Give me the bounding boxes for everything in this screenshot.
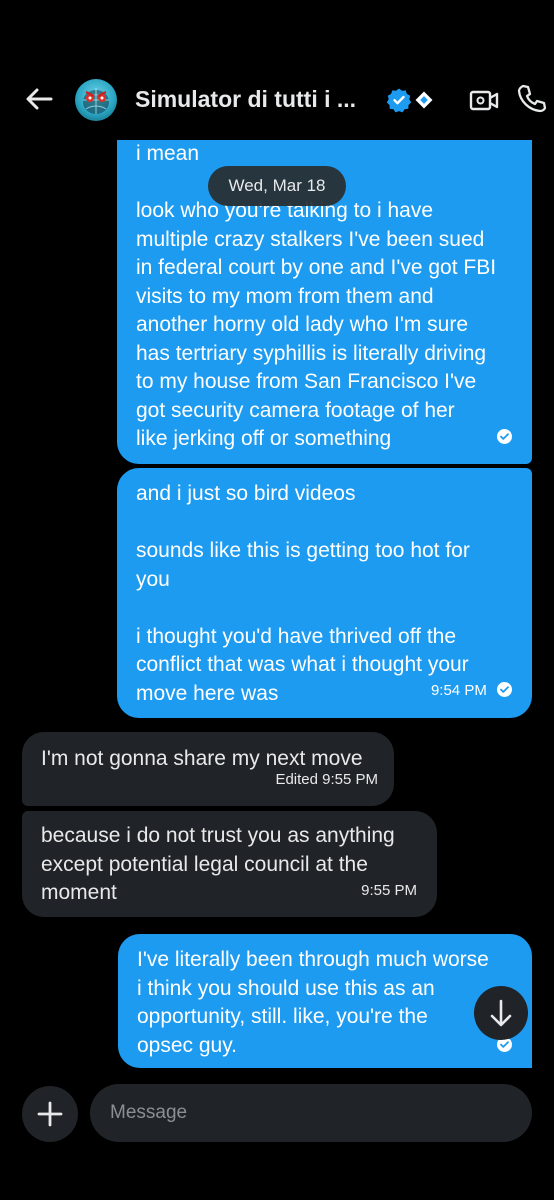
message-meta: 9:54 PM	[431, 677, 512, 706]
date-divider: Wed, Mar 18	[208, 166, 346, 206]
verified-badge-icon	[386, 87, 412, 113]
back-arrow-icon[interactable]	[22, 82, 56, 116]
message-composer	[0, 1068, 554, 1200]
conversation-title[interactable]: Simulator di tutti i ...	[135, 86, 356, 113]
message-text: and i just so bird videos sounds like th…	[136, 482, 470, 705]
message-input[interactable]	[90, 1084, 532, 1142]
arrow-down-icon	[490, 999, 512, 1027]
plus-icon	[37, 1101, 63, 1127]
conversation-header: Simulator di tutti i ...	[0, 0, 554, 140]
message-text: I've literally been through much worse i…	[137, 948, 489, 1057]
message-bubble-outgoing[interactable]: I've literally been through much worse i…	[118, 934, 532, 1068]
message-bubble-outgoing[interactable]: and i just so bird videos sounds like th…	[117, 468, 532, 718]
message-status	[491, 424, 512, 453]
affiliate-badge-icon	[414, 90, 434, 110]
message-bubble-incoming[interactable]: I'm not gonna share my next move Edited …	[22, 732, 394, 806]
scroll-to-bottom-button[interactable]	[474, 986, 528, 1040]
sent-check-icon	[497, 681, 512, 697]
avatar[interactable]	[75, 79, 117, 121]
message-time: 9:55 PM	[361, 881, 417, 899]
message-time: Edited 9:55 PM	[275, 770, 378, 788]
video-call-icon[interactable]	[468, 84, 500, 116]
phone-call-icon[interactable]	[514, 82, 548, 116]
add-attachment-button[interactable]	[22, 1086, 78, 1142]
sent-check-icon	[497, 428, 512, 444]
message-time: 9:54 PM	[430, 681, 487, 699]
message-bubble-incoming[interactable]: because i do not trust you as anything e…	[22, 811, 437, 917]
